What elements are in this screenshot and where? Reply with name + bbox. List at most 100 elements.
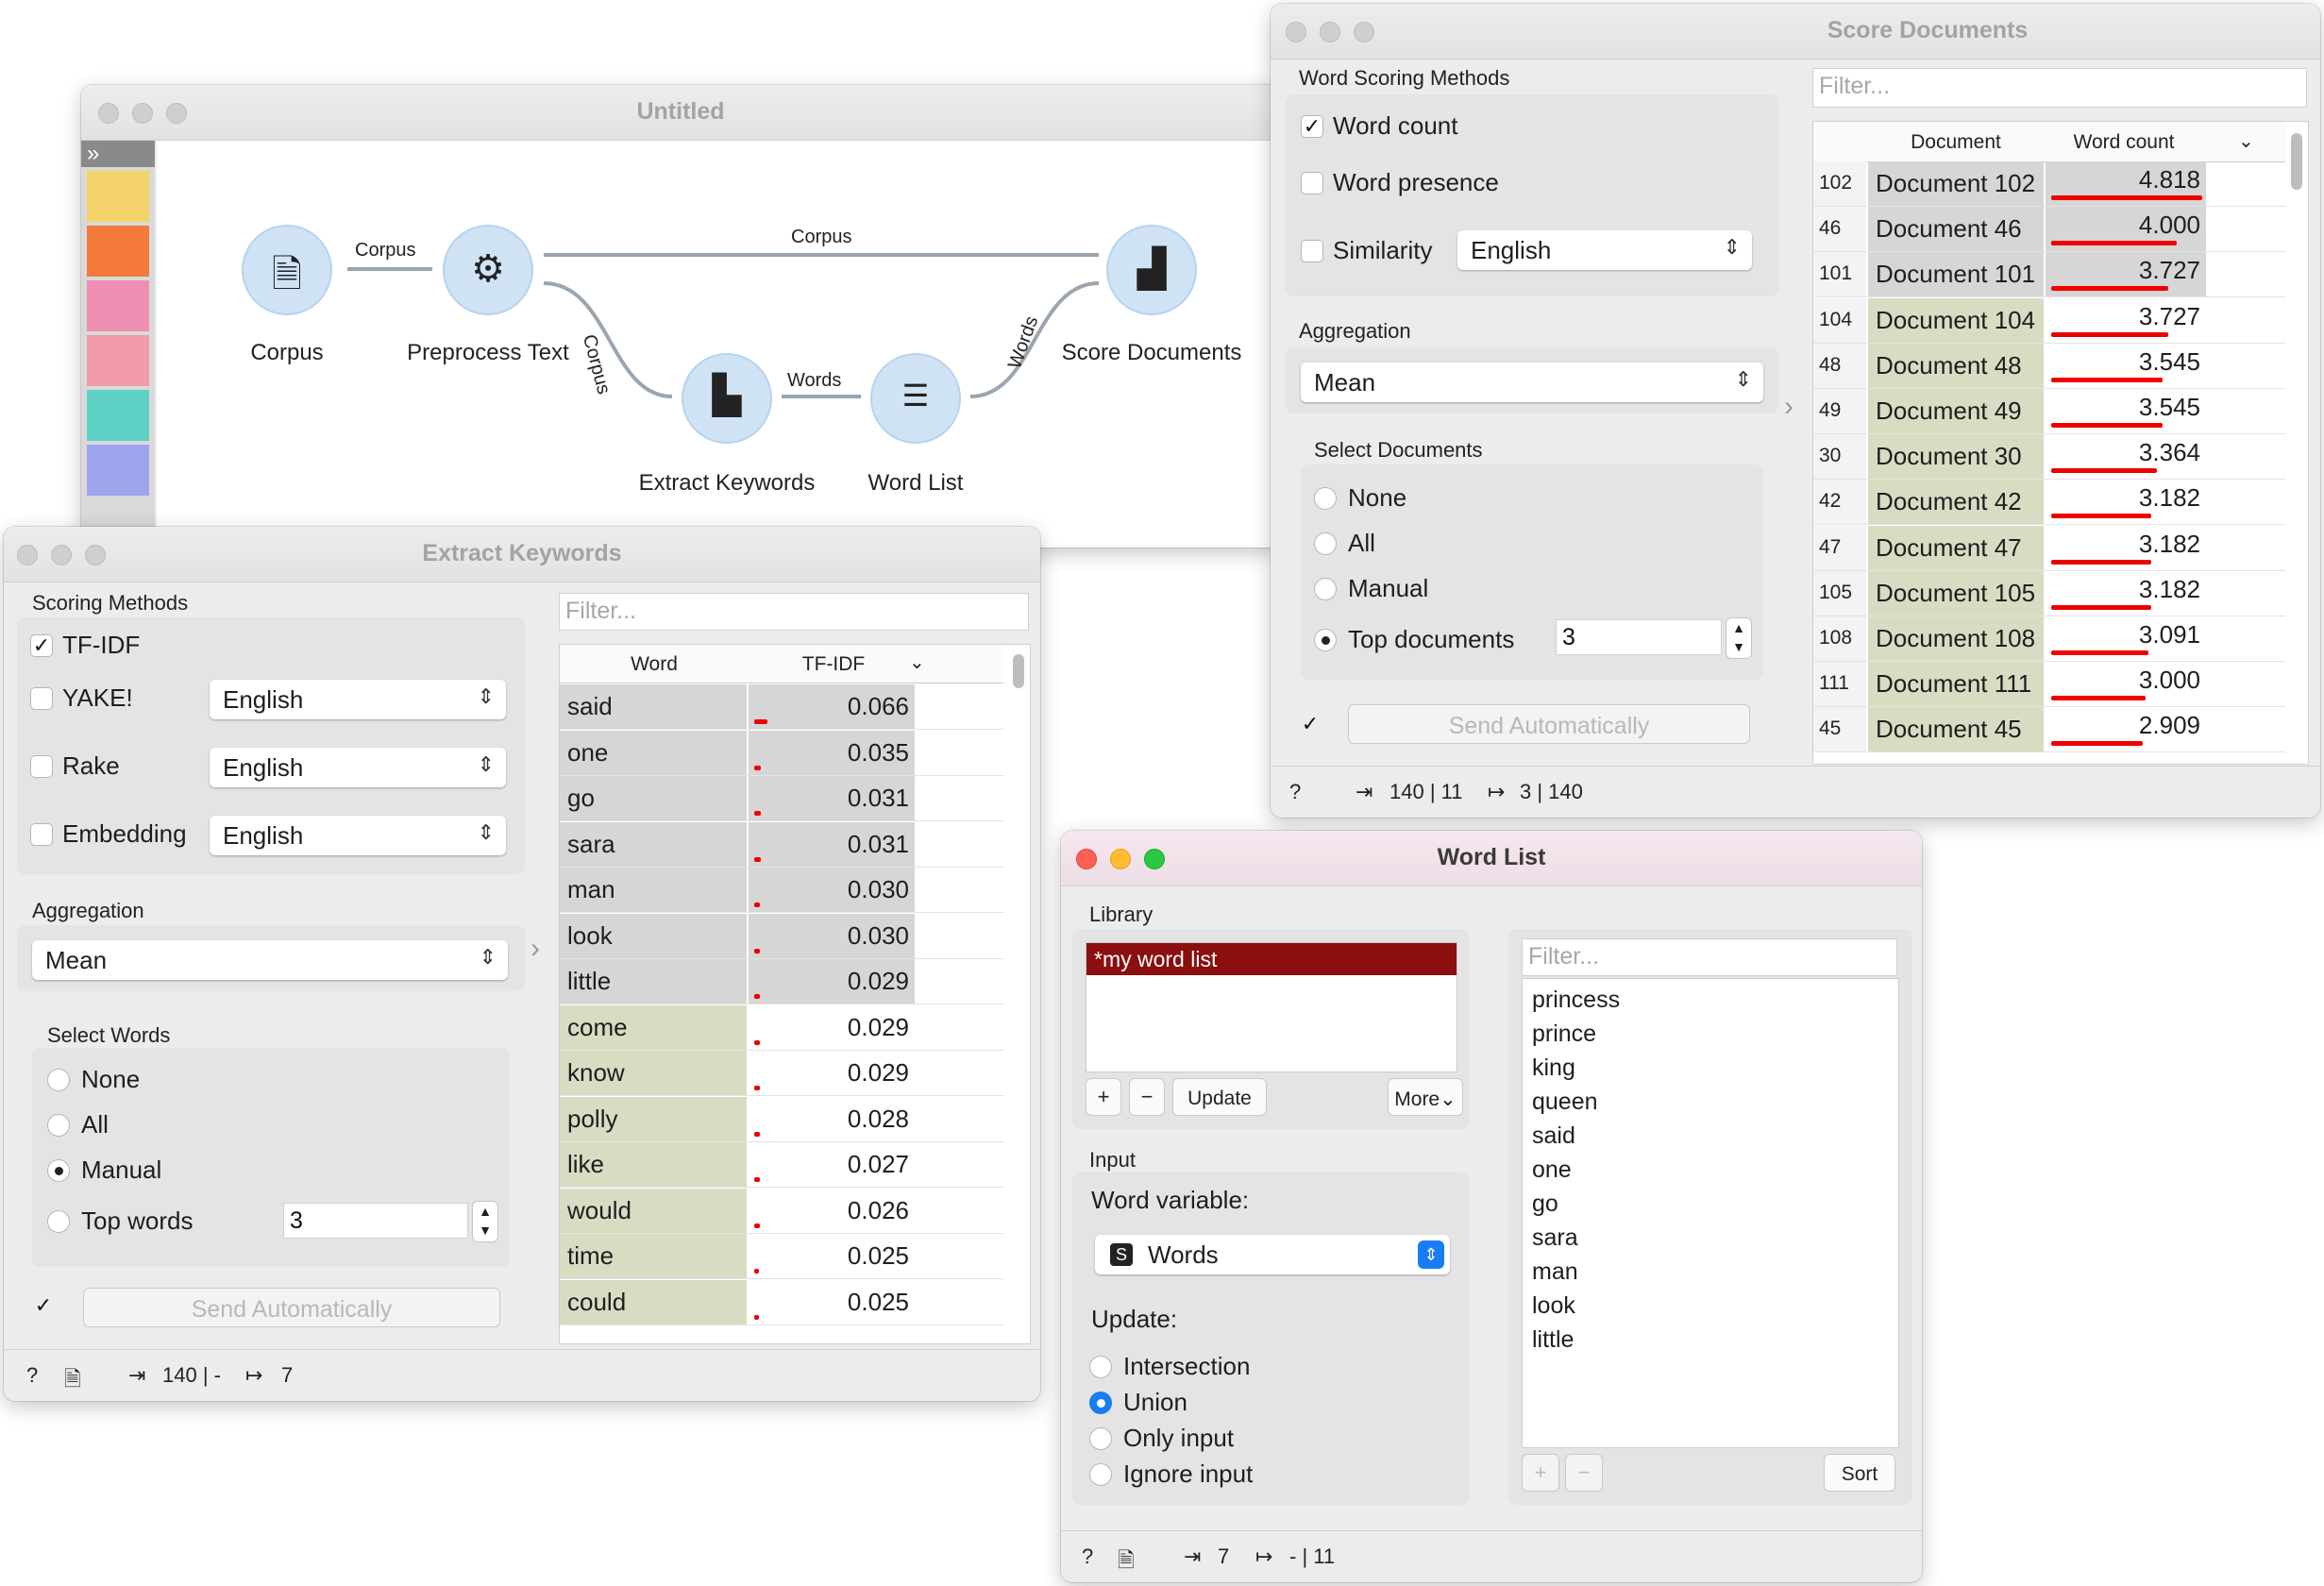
extract-titlebar[interactable]: Extract Keywords	[4, 527, 1040, 582]
score-table[interactable]: Document Word count ⌄ 102 Document 102 4.8…	[1812, 121, 2309, 765]
report-icon[interactable]: 🗎	[64, 1363, 81, 1399]
tfidf-checkbox[interactable]: ✓	[30, 634, 53, 657]
score-titlebar[interactable]: Score Documents	[1271, 4, 2320, 59]
top-documents-spinbox[interactable]: 3	[1556, 619, 1722, 655]
table-row[interactable]: know 0.029	[560, 1051, 1003, 1096]
update-union-radio[interactable]	[1089, 1392, 1112, 1414]
extract-table[interactable]: Word TF-IDF ⌄ said 0.066 one 0.035 go 0.031 sa…	[559, 644, 1031, 1344]
list-item[interactable]: one	[1532, 1156, 1572, 1184]
list-item[interactable]: go	[1532, 1190, 1558, 1218]
table-row[interactable]: 47 Document 47 3.182	[1813, 525, 2285, 571]
node-corpus[interactable]: 🗎	[242, 225, 332, 315]
table-row[interactable]: 49 Document 49 3.545	[1813, 389, 2285, 434]
table-row[interactable]: 102 Document 102 4.818	[1813, 161, 2285, 207]
list-item[interactable]: said	[1532, 1122, 1575, 1150]
rake-language-select[interactable]: English ⇕	[210, 748, 506, 787]
table-row[interactable]: one 0.035	[560, 730, 1003, 776]
words-sort-button[interactable]: Sort	[1824, 1454, 1895, 1492]
table-row[interactable]: little 0.029	[560, 959, 1003, 1004]
select-words-manual-radio[interactable]	[47, 1159, 70, 1182]
table-row[interactable]: 104 Document 104 3.727	[1813, 297, 2285, 344]
list-item[interactable]: sara	[1532, 1224, 1578, 1252]
table-row[interactable]: man 0.030	[560, 868, 1003, 913]
extract-col-word[interactable]: Word	[560, 653, 749, 676]
extract-aggregation-select[interactable]: Mean ⇕	[32, 940, 508, 980]
words-remove-button[interactable]: −	[1565, 1454, 1603, 1492]
select-words-top-radio[interactable]	[47, 1210, 70, 1233]
zoom-button[interactable]	[1354, 22, 1374, 42]
node-preprocess-text[interactable]: ⚙	[443, 225, 533, 315]
word-count-checkbox[interactable]: ✓	[1301, 115, 1323, 138]
select-docs-manual-radio[interactable]	[1314, 578, 1337, 600]
top-words-spinbox[interactable]: 3	[283, 1203, 468, 1239]
rake-checkbox[interactable]	[30, 755, 53, 778]
table-row[interactable]: go 0.031	[560, 776, 1003, 821]
embedding-language-select[interactable]: English ⇕	[210, 816, 506, 855]
word-presence-checkbox[interactable]	[1301, 172, 1323, 194]
list-item[interactable]: prince	[1532, 1021, 1596, 1048]
extract-send-auto-checkbox[interactable]: ✓	[32, 1295, 55, 1318]
library-add-button[interactable]: +	[1086, 1078, 1121, 1116]
table-row[interactable]: polly 0.028	[560, 1096, 1003, 1142]
library-more-button[interactable]: More⌄	[1388, 1078, 1463, 1116]
list-item[interactable]: look	[1532, 1292, 1575, 1320]
select-words-none-radio[interactable]	[47, 1069, 70, 1091]
table-row[interactable]: 108 Document 108 3.091	[1813, 616, 2285, 662]
words-list[interactable]: princess prince king queen said one go sara man l…	[1522, 978, 1899, 1448]
select-docs-none-radio[interactable]	[1314, 487, 1337, 510]
node-extract-keywords[interactable]: ▙	[682, 353, 772, 444]
list-item[interactable]: little	[1532, 1326, 1574, 1354]
table-row[interactable]: come 0.029	[560, 1004, 1003, 1051]
update-ignore-input-radio[interactable]	[1089, 1463, 1112, 1486]
similarity-checkbox[interactable]	[1301, 240, 1323, 262]
score-filter-input[interactable]: Filter...	[1812, 68, 2307, 108]
table-row[interactable]: like 0.027	[560, 1142, 1003, 1188]
table-row[interactable]: 42 Document 42 3.182	[1813, 480, 2285, 526]
embedding-checkbox[interactable]	[30, 823, 53, 846]
library-update-button[interactable]: Update	[1172, 1078, 1267, 1116]
score-panel-arrow-icon[interactable]: ›	[1784, 391, 1794, 423]
library-item-selected[interactable]: *my word list	[1086, 943, 1457, 975]
extract-col-tfidf[interactable]: TF-IDF	[749, 653, 918, 676]
table-row[interactable]: said 0.066	[560, 684, 1003, 730]
table-row[interactable]: 45 Document 45 2.909	[1813, 707, 2285, 753]
node-word-list[interactable]: ☰	[870, 353, 961, 444]
list-item[interactable]: man	[1532, 1258, 1578, 1286]
table-row[interactable]: 30 Document 30 3.364	[1813, 434, 2285, 481]
library-list[interactable]: *my word list	[1086, 942, 1457, 1072]
library-remove-button[interactable]: −	[1129, 1078, 1165, 1116]
table-row[interactable]: 105 Document 105 3.182	[1813, 570, 2285, 616]
select-docs-top-radio[interactable]	[1314, 629, 1337, 651]
extract-table-scrollbar[interactable]	[1013, 654, 1024, 688]
wordlist-titlebar[interactable]: Word List	[1061, 831, 1922, 886]
close-button[interactable]	[1286, 22, 1306, 42]
score-send-auto-checkbox[interactable]: ✓	[1299, 714, 1322, 736]
select-docs-all-radio[interactable]	[1314, 532, 1337, 555]
list-item[interactable]: king	[1532, 1055, 1575, 1082]
word-variable-select[interactable]: S Words ⇕	[1095, 1235, 1450, 1274]
update-intersection-radio[interactable]	[1089, 1356, 1112, 1378]
extract-filter-input[interactable]: Filter...	[559, 593, 1029, 631]
yake-checkbox[interactable]	[30, 687, 53, 710]
report-icon[interactable]: 🗎	[1118, 1544, 1135, 1580]
extract-panel-arrow-icon[interactable]: ›	[530, 933, 540, 965]
score-table-scrollbar[interactable]	[2291, 133, 2302, 190]
score-aggregation-select[interactable]: Mean ⇕	[1301, 363, 1763, 402]
select-words-all-radio[interactable]	[47, 1114, 70, 1137]
score-col-document[interactable]: Document	[1868, 131, 2044, 154]
help-icon[interactable]: ?	[1082, 1544, 1093, 1569]
table-row[interactable]: 111 Document 111 3.000	[1813, 662, 2285, 708]
help-icon[interactable]: ?	[1289, 780, 1301, 804]
minimize-button[interactable]	[1320, 22, 1340, 42]
spin-arrows-icon[interactable]: ▲ ▼	[472, 1201, 498, 1242]
update-only-input-radio[interactable]	[1089, 1427, 1112, 1450]
similarity-language-select[interactable]: English ⇕	[1457, 230, 1752, 270]
list-item[interactable]: queen	[1532, 1088, 1598, 1116]
node-score-documents[interactable]: ▟	[1106, 225, 1197, 315]
table-row[interactable]: would 0.026	[560, 1188, 1003, 1234]
extract-send-auto-button[interactable]: Send Automatically	[83, 1288, 500, 1327]
spin-arrows-icon[interactable]: ▲ ▼	[1726, 617, 1752, 659]
yake-language-select[interactable]: English ⇕	[210, 680, 506, 719]
table-row[interactable]: 46 Document 46 4.000	[1813, 207, 2285, 253]
list-item[interactable]: princess	[1532, 987, 1620, 1014]
